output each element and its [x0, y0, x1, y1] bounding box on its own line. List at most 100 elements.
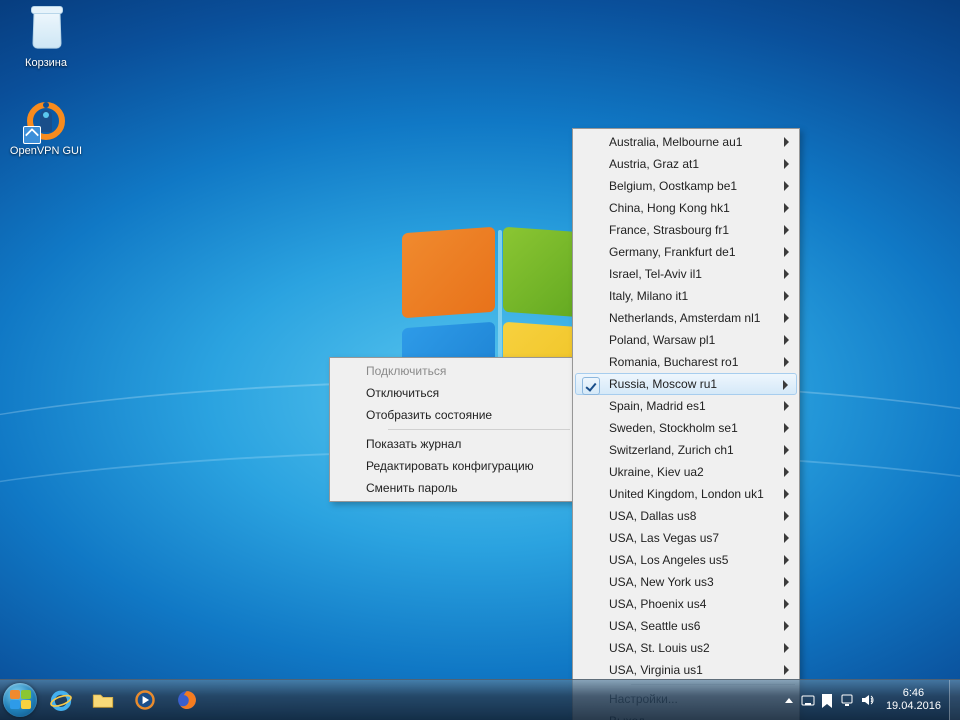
submenu-item[interactable]: Показать журнал [332, 433, 572, 455]
pinned-firefox[interactable] [167, 684, 207, 716]
submenu-item[interactable]: Отобразить состояние [332, 404, 572, 426]
submenu-arrow-icon [784, 577, 789, 587]
pinned-wmp[interactable] [125, 684, 165, 716]
submenu-arrow-icon [784, 269, 789, 279]
submenu-arrow-icon [784, 467, 789, 477]
server-menu-item[interactable]: Russia, Moscow ru1 [575, 373, 797, 395]
server-menu-item[interactable]: USA, New York us3 [575, 571, 797, 593]
submenu-arrow-icon [784, 225, 789, 235]
taskbar-clock[interactable]: 6:46 19.04.2016 [878, 687, 949, 713]
submenu-arrow-icon [784, 511, 789, 521]
openvpn-icon [25, 100, 67, 142]
submenu-arrow-icon [784, 489, 789, 499]
tray-action-center-icon[interactable] [818, 685, 838, 715]
server-menu-item[interactable]: USA, Los Angeles us5 [575, 549, 797, 571]
start-button[interactable] [0, 680, 40, 720]
submenu-arrow-icon [784, 247, 789, 257]
recycle-bin-icon[interactable]: Корзина [8, 6, 84, 69]
tray-network-icon[interactable] [838, 685, 858, 715]
menu-item-label: Отключиться [366, 386, 439, 400]
menu-item-label: Отобразить состояние [366, 408, 492, 422]
tray-overflow-button[interactable] [780, 685, 798, 715]
check-icon [582, 377, 600, 395]
menu-item-label: Romania, Bucharest ro1 [609, 355, 738, 369]
server-menu-item[interactable]: USA, Phoenix us4 [575, 593, 797, 615]
openvpn-shortcut[interactable]: OpenVPN GUI [8, 100, 84, 157]
menu-item-label: Подключиться [366, 364, 446, 378]
menu-item-label: USA, Virginia us1 [609, 663, 703, 677]
submenu-item: Подключиться [332, 360, 572, 382]
menu-item-label: United Kingdom, London uk1 [609, 487, 764, 501]
submenu-arrow-icon [784, 401, 789, 411]
submenu-arrow-icon [784, 181, 789, 191]
server-menu-item[interactable]: Ukraine, Kiev ua2 [575, 461, 797, 483]
menu-item-label: Switzerland, Zurich ch1 [609, 443, 734, 457]
desktop[interactable]: Корзина OpenVPN GUI Подключиться Отключит… [0, 0, 960, 720]
folder-icon [90, 687, 116, 713]
submenu-item[interactable]: Отключиться [332, 382, 572, 404]
menu-item-label: France, Strasbourg fr1 [609, 223, 729, 237]
server-menu-item[interactable]: Austria, Graz at1 [575, 153, 797, 175]
server-menu-item[interactable]: United Kingdom, London uk1 [575, 483, 797, 505]
menu-item-label: Germany, Frankfurt de1 [609, 245, 736, 259]
menu-item-label: Russia, Moscow ru1 [609, 377, 717, 391]
submenu-arrow-icon [784, 533, 789, 543]
pinned-ie[interactable] [41, 684, 81, 716]
server-menu-item[interactable]: Belgium, Oostkamp be1 [575, 175, 797, 197]
submenu-arrow-icon [784, 335, 789, 345]
menu-item-label: Belgium, Oostkamp be1 [609, 179, 737, 193]
server-menu-item[interactable]: Poland, Warsaw pl1 [575, 329, 797, 351]
server-menu-item[interactable]: France, Strasbourg fr1 [575, 219, 797, 241]
submenu-arrow-icon [783, 380, 788, 390]
tray-openvpn-icon[interactable] [798, 685, 818, 715]
pinned-explorer[interactable] [83, 684, 123, 716]
server-menu-item[interactable]: USA, Las Vegas us7 [575, 527, 797, 549]
menu-item-label: Israel, Tel-Aviv il1 [609, 267, 702, 281]
menu-item-label: Austria, Graz at1 [609, 157, 699, 171]
server-menu-item[interactable]: Netherlands, Amsterdam nl1 [575, 307, 797, 329]
submenu-item[interactable]: Сменить пароль [332, 477, 572, 499]
server-menu-item[interactable]: Israel, Tel-Aviv il1 [575, 263, 797, 285]
tray-volume-icon[interactable] [858, 685, 878, 715]
menu-item-label: Показать журнал [366, 437, 461, 451]
submenu-arrow-icon [784, 357, 789, 367]
submenu-arrow-icon [784, 203, 789, 213]
menu-item-label: Australia, Melbourne au1 [609, 135, 742, 149]
submenu-arrow-icon [784, 555, 789, 565]
server-menu-item[interactable]: Australia, Melbourne au1 [575, 131, 797, 153]
menu-item-label: Poland, Warsaw pl1 [609, 333, 715, 347]
menu-item-label: USA, Los Angeles us5 [609, 553, 728, 567]
submenu-arrow-icon [784, 599, 789, 609]
recycle-bin-label: Корзина [8, 57, 84, 69]
menu-item-label: Сменить пароль [366, 481, 458, 495]
server-menu-item[interactable]: USA, Seattle us6 [575, 615, 797, 637]
menu-item-label: Sweden, Stockholm se1 [609, 421, 738, 435]
submenu-arrow-icon [784, 643, 789, 653]
show-desktop-button[interactable] [949, 680, 960, 720]
ie-icon [48, 687, 74, 713]
submenu-arrow-icon [784, 665, 789, 675]
menu-item-label: Netherlands, Amsterdam nl1 [609, 311, 760, 325]
trash-icon [25, 6, 67, 54]
submenu-arrow-icon [784, 445, 789, 455]
clock-date: 19.04.2016 [886, 700, 941, 713]
server-menu-item[interactable]: China, Hong Kong hk1 [575, 197, 797, 219]
server-menu-item[interactable]: Sweden, Stockholm se1 [575, 417, 797, 439]
server-menu-item[interactable]: Romania, Bucharest ro1 [575, 351, 797, 373]
submenu-item[interactable]: Редактировать конфигурацию [332, 455, 572, 477]
server-menu-item[interactable]: Switzerland, Zurich ch1 [575, 439, 797, 461]
server-menu-item[interactable]: USA, Virginia us1 [575, 659, 797, 681]
clock-time: 6:46 [886, 687, 941, 700]
server-menu-item[interactable]: Germany, Frankfurt de1 [575, 241, 797, 263]
menu-item-label: USA, New York us3 [609, 575, 714, 589]
submenu-arrow-icon [784, 313, 789, 323]
server-menu-item[interactable]: Spain, Madrid es1 [575, 395, 797, 417]
menu-item-label: USA, Seattle us6 [609, 619, 700, 633]
submenu-arrow-icon [784, 291, 789, 301]
server-menu-item[interactable]: Italy, Milano it1 [575, 285, 797, 307]
server-menu-item[interactable]: USA, Dallas us8 [575, 505, 797, 527]
menu-separator [388, 429, 570, 430]
menu-item-label: China, Hong Kong hk1 [609, 201, 730, 215]
menu-item-label: USA, St. Louis us2 [609, 641, 710, 655]
server-menu-item[interactable]: USA, St. Louis us2 [575, 637, 797, 659]
